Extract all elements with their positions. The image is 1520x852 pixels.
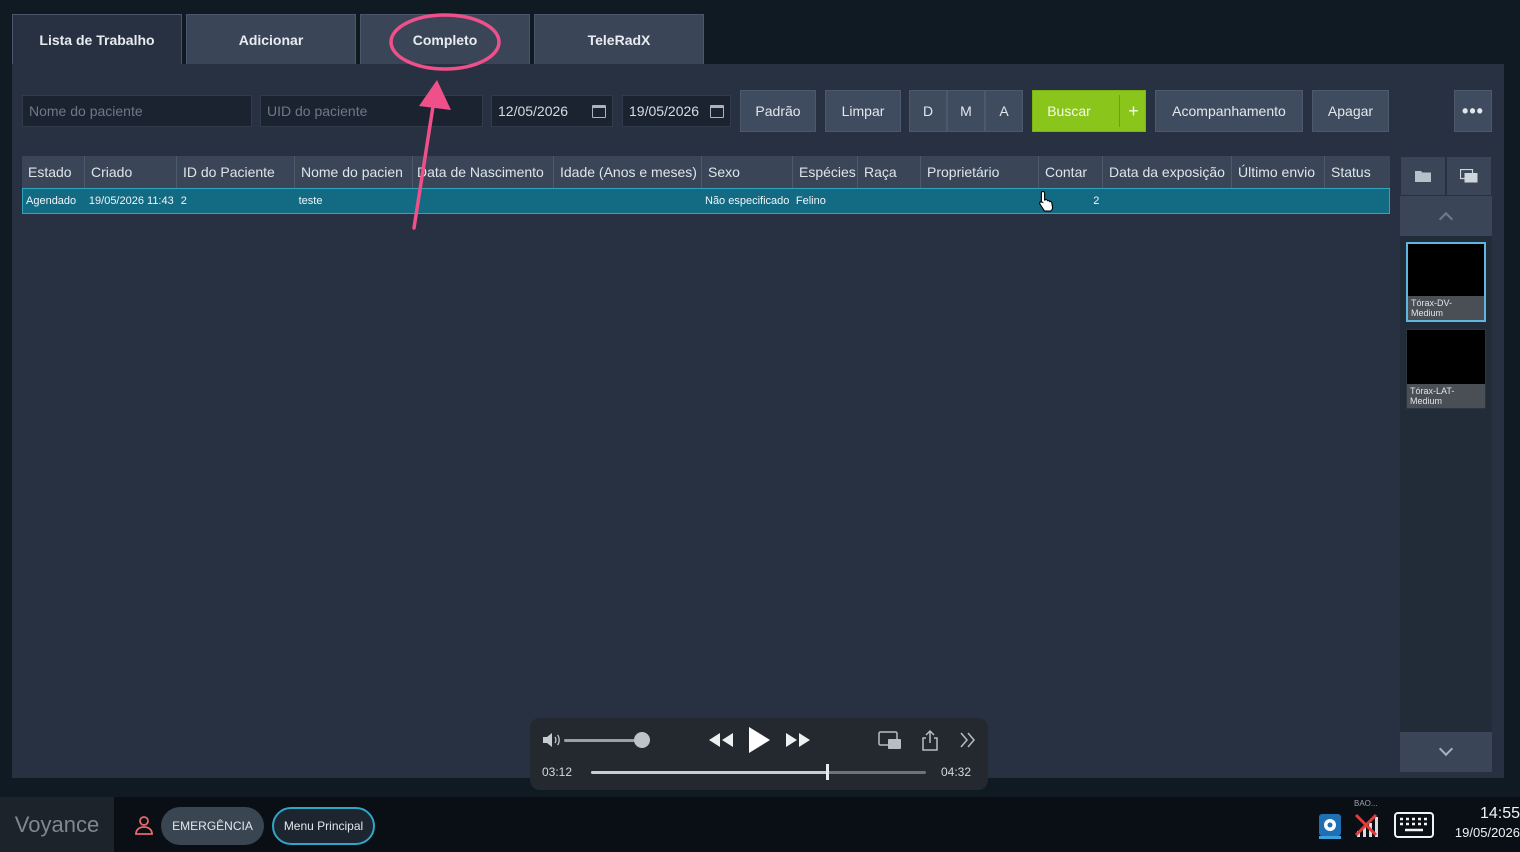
column-header[interactable]: Status	[1325, 156, 1390, 188]
network-disconnected-icon[interactable]	[1354, 811, 1382, 839]
follow-up-button[interactable]: Acompanhamento	[1155, 90, 1303, 132]
day-button[interactable]: D	[909, 90, 947, 132]
chevron-up-icon	[1438, 211, 1454, 227]
chevron-down-icon	[1438, 741, 1454, 757]
thumbnail-label: Tórax-LAT-Medium	[1407, 384, 1485, 408]
search-button-group: Buscar +	[1032, 90, 1146, 132]
column-header[interactable]: Criado	[85, 156, 177, 188]
date-from-field[interactable]: 12/05/2026	[491, 95, 613, 127]
current-time: 03:12	[542, 765, 573, 779]
patient-name-field[interactable]	[22, 95, 252, 127]
column-header[interactable]: Estado	[22, 156, 85, 188]
column-header[interactable]: Sexo	[702, 156, 793, 188]
column-header[interactable]: Último envio	[1232, 156, 1325, 188]
table-cell: Não especificado	[705, 195, 790, 207]
column-header[interactable]: Data de Nascimento	[413, 156, 554, 188]
progress-fill	[591, 771, 828, 774]
volume-slider[interactable]	[564, 739, 642, 742]
table-cell	[554, 189, 702, 213]
column-header[interactable]: Nome do pacien	[295, 156, 413, 188]
taskbar: Voyance EMERGÊNCIA Menu Principal BAO...…	[0, 797, 1520, 852]
support-app-icon[interactable]	[1318, 813, 1342, 839]
date-to-field[interactable]: 19/05/2026	[622, 95, 731, 127]
system-clock: 14:55 19/05/2026	[1455, 805, 1520, 840]
tab-worklist[interactable]: Lista de Trabalho	[12, 14, 182, 64]
patient-name-input[interactable]	[29, 103, 251, 119]
total-time: 04:32	[941, 765, 972, 779]
calendar-icon[interactable]	[710, 104, 724, 118]
user-icon[interactable]	[134, 815, 154, 835]
tab-bar: Lista de Trabalho Adicionar Completo Tel…	[12, 14, 704, 64]
table-cell	[921, 189, 1039, 213]
emergency-button[interactable]: EMERGÊNCIA	[161, 807, 264, 845]
patient-uid-input[interactable]	[267, 103, 482, 119]
scroll-down-button[interactable]	[1400, 732, 1492, 772]
date-to-value: 19/05/2026	[629, 103, 700, 119]
patient-uid-field[interactable]	[260, 95, 483, 127]
more-options-button[interactable]: •••	[1454, 90, 1492, 132]
table-row[interactable]: Agendado 19/05/2026 11:43 2 teste Não es…	[22, 188, 1390, 214]
tab-add[interactable]: Adicionar	[186, 14, 356, 64]
year-button[interactable]: A	[985, 90, 1023, 132]
brand-logo: Voyance	[0, 797, 114, 852]
folder-icon	[1415, 171, 1431, 182]
volume-icon[interactable]	[542, 732, 562, 748]
thumbnail-image[interactable]: Tórax-DV-Medium	[1406, 242, 1486, 322]
default-button[interactable]: Padrão	[740, 90, 816, 132]
table-cell: teste	[298, 195, 323, 207]
table-cell	[1324, 189, 1389, 213]
date-from-value: 12/05/2026	[498, 103, 569, 119]
tab-teleradx[interactable]: TeleRadX	[534, 14, 704, 64]
share-icon[interactable]	[921, 729, 939, 751]
table-cell: 2	[1093, 195, 1100, 207]
table-cell	[1102, 189, 1231, 213]
delete-button[interactable]: Apagar	[1312, 90, 1389, 132]
media-player: 03:12 04:32	[530, 718, 988, 790]
column-header[interactable]: Espécies	[793, 156, 858, 188]
table-cell: 19/05/2026 11:43	[88, 195, 174, 207]
fast-forward-icon[interactable]	[785, 730, 811, 750]
play-icon[interactable]	[746, 725, 772, 755]
scroll-up-button[interactable]	[1400, 196, 1492, 236]
column-header[interactable]: Raça	[858, 156, 921, 188]
table-cell: 2	[180, 195, 187, 207]
volume-slider-handle[interactable]	[634, 732, 650, 748]
chevron-double-right-icon[interactable]	[959, 732, 977, 748]
main-menu-button[interactable]: Menu Principal	[272, 807, 375, 845]
column-header[interactable]: Contar	[1039, 156, 1103, 188]
progress-handle[interactable]	[826, 764, 829, 780]
table-cell: Felino	[795, 195, 826, 207]
rewind-icon[interactable]	[708, 730, 734, 750]
folder-button[interactable]	[1401, 157, 1445, 195]
tray-label: BAO...	[1354, 799, 1378, 808]
gallery-button[interactable]	[1447, 157, 1491, 195]
table-body	[22, 214, 1390, 771]
month-button[interactable]: M	[947, 90, 985, 132]
clock-time: 14:55	[1479, 805, 1520, 822]
thumbnail-image[interactable]: Tórax-LAT-Medium	[1406, 329, 1486, 409]
column-header[interactable]: ID do Paciente	[177, 156, 295, 188]
column-header[interactable]: Data da exposição	[1103, 156, 1232, 188]
table-cell	[413, 189, 554, 213]
table-cell: Agendado	[26, 195, 77, 207]
table-cell	[1231, 189, 1324, 213]
search-add-button[interactable]: +	[1120, 101, 1147, 122]
gallery-icon	[1460, 169, 1478, 183]
thumbnail-label: Tórax-DV-Medium	[1408, 296, 1484, 320]
keyboard-icon[interactable]	[1394, 812, 1434, 838]
tab-complete[interactable]: Completo	[360, 14, 530, 64]
column-header[interactable]: Idade (Anos e meses)	[554, 156, 702, 188]
table-header: Estado Criado ID do Paciente Nome do pac…	[22, 156, 1390, 188]
column-header[interactable]: Proprietário	[921, 156, 1039, 188]
clear-button[interactable]: Limpar	[825, 90, 901, 132]
worklist-panel: 12/05/2026 19/05/2026 Padrão Limpar D M …	[12, 64, 1504, 778]
calendar-icon[interactable]	[592, 104, 606, 118]
picture-in-picture-icon[interactable]	[878, 731, 902, 750]
table-cell	[858, 189, 921, 213]
clock-date: 19/05/2026	[1454, 825, 1520, 840]
search-button[interactable]: Buscar	[1033, 103, 1105, 119]
